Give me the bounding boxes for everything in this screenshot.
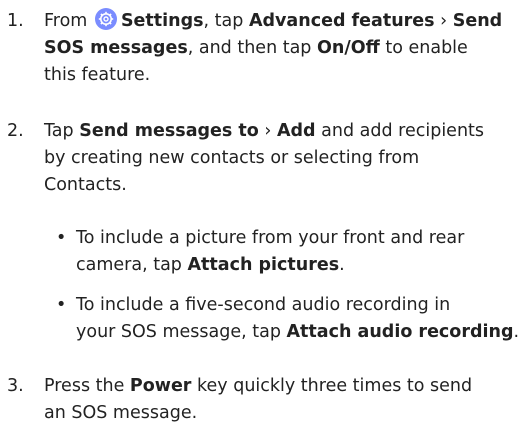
text: your SOS message, tap — [76, 322, 281, 342]
step-number: 2. — [7, 121, 24, 141]
step-text: Press the Power key quickly three times … — [44, 373, 524, 427]
gear-icon — [94, 8, 117, 30]
text: , tap — [203, 11, 244, 31]
text: by creating new contacts or selecting fr… — [44, 148, 420, 168]
power-key-label: Power — [129, 376, 192, 396]
settings-label: Settings — [120, 11, 204, 31]
attach-pictures-label: Attach pictures — [187, 255, 340, 275]
attach-audio-recording-label: Attach audio recording — [286, 322, 514, 342]
text: this feature. — [44, 65, 151, 85]
advanced-features-label: Advanced features — [248, 11, 435, 31]
text: . — [513, 322, 520, 342]
text: Press the — [44, 376, 125, 396]
bullet-text: To include a picture from your front and… — [76, 225, 528, 279]
text: . — [339, 255, 345, 275]
add-label: Add — [276, 121, 316, 141]
text: , and then tap — [187, 38, 312, 58]
send-messages-to-label: Send messages to — [79, 121, 259, 141]
text: To include a picture from your front and… — [76, 228, 465, 248]
step-text: Tap Send messages to › Add and add recip… — [44, 118, 524, 199]
text: Tap — [44, 121, 74, 141]
text: From — [44, 11, 88, 31]
text: camera, tap — [76, 255, 182, 275]
text: To include a five-second audio recording… — [76, 295, 451, 315]
text: to enable — [385, 38, 468, 58]
text: and add recipients — [321, 121, 485, 141]
bullet-icon: • — [56, 295, 67, 315]
step-number: 1. — [7, 11, 24, 31]
separator: › — [440, 11, 448, 31]
instructions-document: 1. From Settings, tap Advanced features … — [0, 0, 528, 433]
text: Contacts. — [44, 175, 127, 195]
separator: › — [264, 121, 272, 141]
step-text: From Settings, tap Advanced features › S… — [44, 8, 524, 89]
send-sos-label: SOS messages — [44, 38, 188, 58]
bullet-text: To include a five-second audio recording… — [76, 292, 528, 346]
bullet-icon: • — [56, 228, 67, 248]
text: key quickly three times to send — [197, 376, 473, 396]
on-off-label: On/Off — [317, 38, 380, 58]
text: an SOS message. — [44, 403, 198, 423]
send-sos-label: Send — [452, 11, 503, 31]
step-number: 3. — [7, 376, 24, 396]
